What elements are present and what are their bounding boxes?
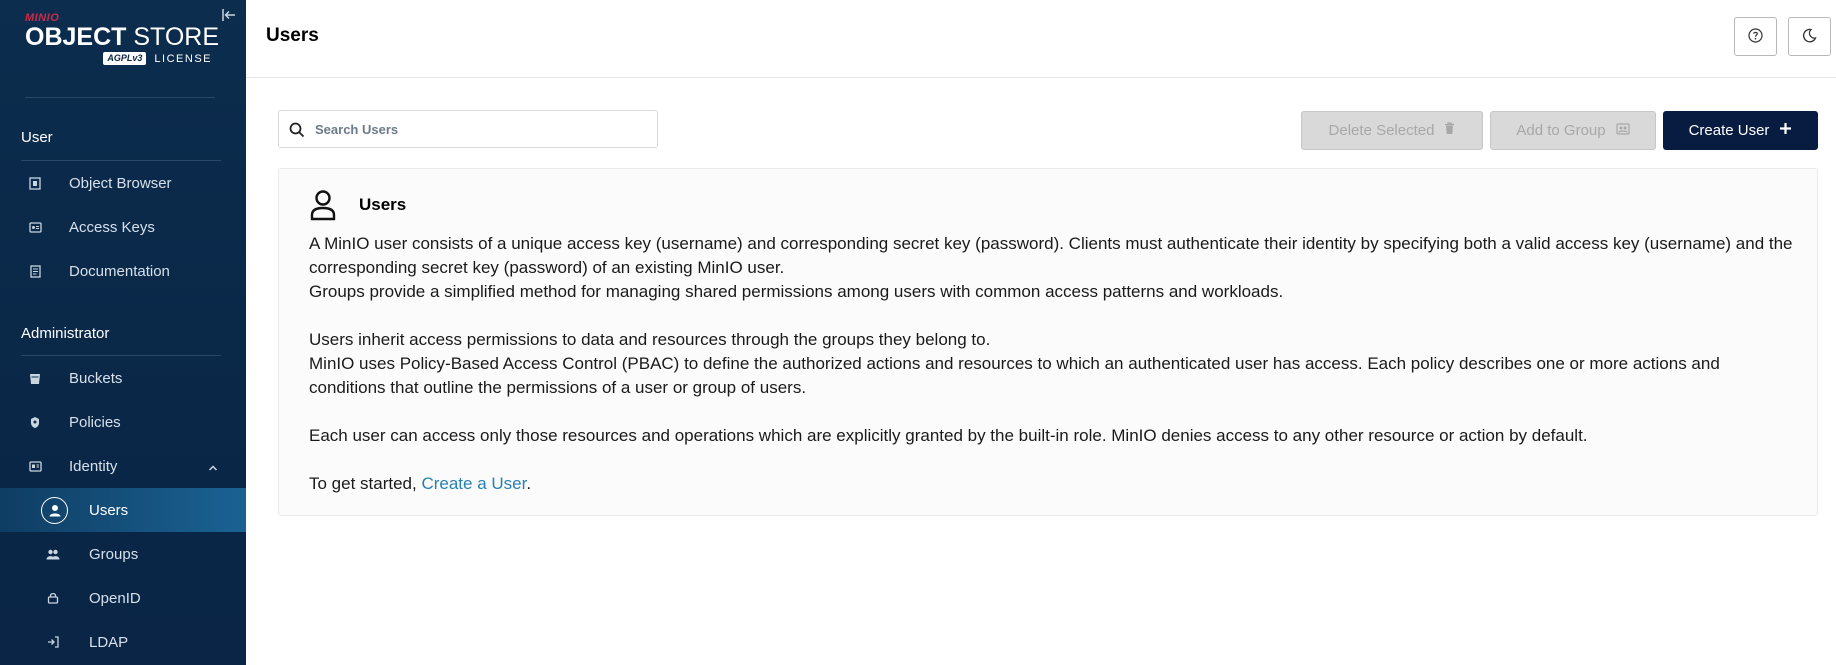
search-input[interactable] (315, 111, 645, 147)
sidebar-item-ldap[interactable]: LDAP (0, 620, 246, 664)
sidebar-item-policies[interactable]: Policies (0, 400, 246, 444)
section-title-user: User (21, 129, 53, 146)
sidebar-item-label: Identity (69, 457, 118, 475)
moon-icon (1802, 28, 1817, 46)
create-user-label: Create User (1688, 122, 1770, 139)
sidebar-item-label: Groups (89, 545, 139, 563)
logo-license: AGPLv3 LICENSE (25, 52, 220, 65)
search-icon (289, 122, 305, 138)
sidebar-item-label: Buckets (69, 369, 123, 387)
sidebar: MINIO OBJECT STORE AGPLv3 LICENSE User O… (0, 0, 246, 665)
add-to-group-button[interactable]: Add to Group (1490, 111, 1656, 150)
sidebar-item-documentation[interactable]: Documentation (0, 249, 246, 293)
theme-toggle-button[interactable] (1788, 17, 1831, 56)
info-paragraph: Users inherit access permissions to data… (309, 330, 991, 349)
info-paragraph: Each user can access only those resource… (309, 426, 1588, 445)
sidebar-item-label: Users (89, 501, 129, 519)
logo-product-thin: STORE (133, 23, 220, 51)
sidebar-item-buckets[interactable]: Buckets (0, 356, 246, 400)
search-box (278, 110, 658, 148)
cta-prefix: To get started, (309, 474, 422, 493)
user-icon (41, 496, 68, 524)
user-outline-icon (308, 189, 338, 221)
logo-product: OBJECT STORE (25, 25, 220, 50)
ldap-icon (46, 635, 60, 649)
collapse-sidebar-icon[interactable] (222, 8, 238, 22)
sidebar-item-openid[interactable]: OpenID (0, 576, 246, 620)
buckets-icon (28, 371, 42, 385)
info-header: Users (308, 189, 406, 221)
add-to-group-label: Add to Group (1516, 122, 1606, 139)
plus-icon (1779, 122, 1792, 139)
chevron-up-icon[interactable] (208, 458, 218, 475)
documentation-icon (28, 264, 42, 278)
info-paragraph: A MinIO user consists of a unique access… (309, 234, 1793, 277)
divider (25, 97, 215, 98)
policies-icon (28, 415, 42, 429)
agpl-badge: AGPLv3 (103, 52, 147, 65)
access-keys-icon (28, 220, 42, 234)
users-info-panel: Users A MinIO user consists of a unique … (278, 168, 1818, 516)
sidebar-item-access-keys[interactable]: Access Keys (0, 205, 246, 249)
info-body: A MinIO user consists of a unique access… (309, 232, 1799, 496)
help-button[interactable] (1734, 17, 1777, 56)
page-title: Users (266, 25, 319, 46)
page-header: Users (246, 0, 1836, 78)
groups-icon (46, 547, 60, 561)
logo-product-bold: OBJECT (25, 23, 127, 51)
openid-icon (46, 591, 60, 605)
section-title-administrator: Administrator (21, 325, 110, 342)
info-paragraph: MinIO uses Policy-Based Access Control (… (309, 354, 1720, 397)
logo[interactable]: MINIO OBJECT STORE AGPLv3 LICENSE (25, 13, 220, 71)
info-cta: To get started, Create a User. (309, 472, 1799, 496)
sidebar-item-label: OpenID (89, 589, 141, 607)
sidebar-item-users[interactable]: Users (0, 488, 246, 532)
delete-selected-label: Delete Selected (1328, 122, 1435, 139)
group-icon (1616, 122, 1630, 139)
sidebar-item-label: LDAP (89, 633, 129, 651)
license-label: LICENSE (154, 52, 212, 65)
sidebar-item-groups[interactable]: Groups (0, 532, 246, 576)
help-icon (1748, 27, 1763, 46)
create-user-button[interactable]: Create User (1663, 111, 1818, 150)
cta-suffix: . (526, 474, 532, 493)
create-user-link[interactable]: Create a User (421, 474, 526, 493)
sidebar-item-object-browser[interactable]: Object Browser (0, 161, 246, 205)
sidebar-item-identity[interactable]: Identity (0, 444, 246, 488)
info-paragraph: Groups provide a simplified method for m… (309, 282, 1284, 301)
object-browser-icon (28, 176, 42, 190)
sidebar-item-label: Policies (69, 413, 121, 431)
sidebar-item-label: Documentation (69, 262, 170, 280)
info-title: Users (359, 195, 407, 214)
sidebar-item-label: Access Keys (69, 218, 155, 236)
identity-icon (28, 459, 42, 473)
trash-icon (1444, 122, 1455, 139)
sidebar-item-label: Object Browser (69, 174, 172, 192)
delete-selected-button[interactable]: Delete Selected (1301, 111, 1483, 150)
